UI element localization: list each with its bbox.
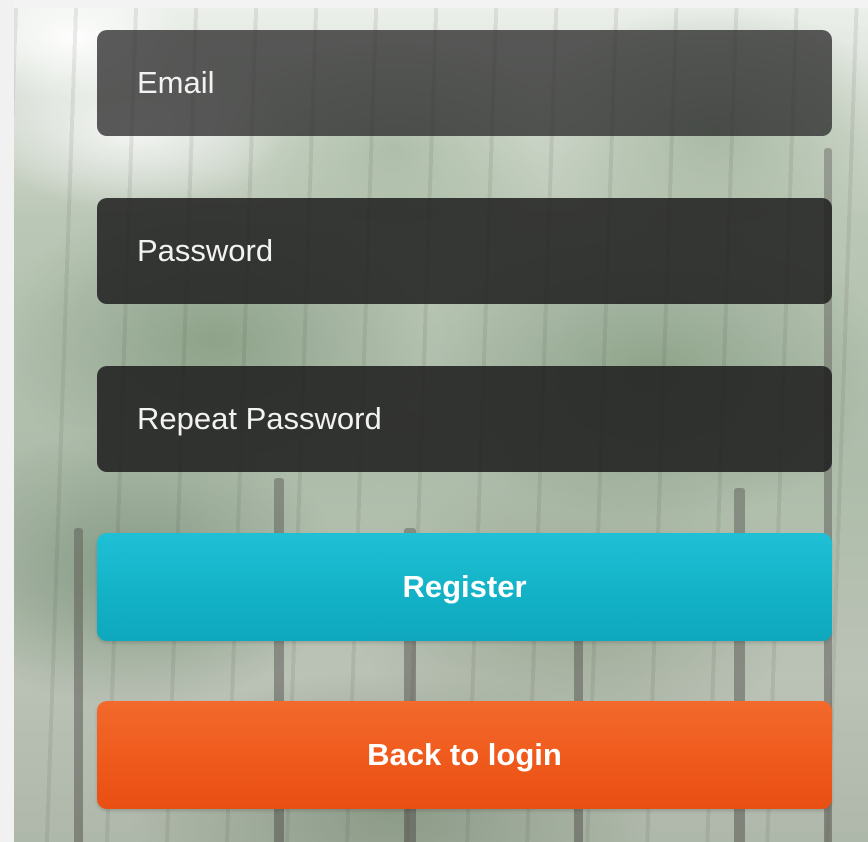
password-field[interactable]	[97, 198, 832, 304]
back-to-login-button[interactable]: Back to login	[97, 701, 832, 809]
tree-trunk	[74, 528, 83, 842]
email-field[interactable]	[97, 30, 832, 136]
register-page: Register Back to login	[0, 0, 868, 842]
left-edge	[0, 0, 14, 842]
register-button[interactable]: Register	[97, 533, 832, 641]
repeat-password-field[interactable]	[97, 366, 832, 472]
top-edge	[0, 0, 868, 8]
